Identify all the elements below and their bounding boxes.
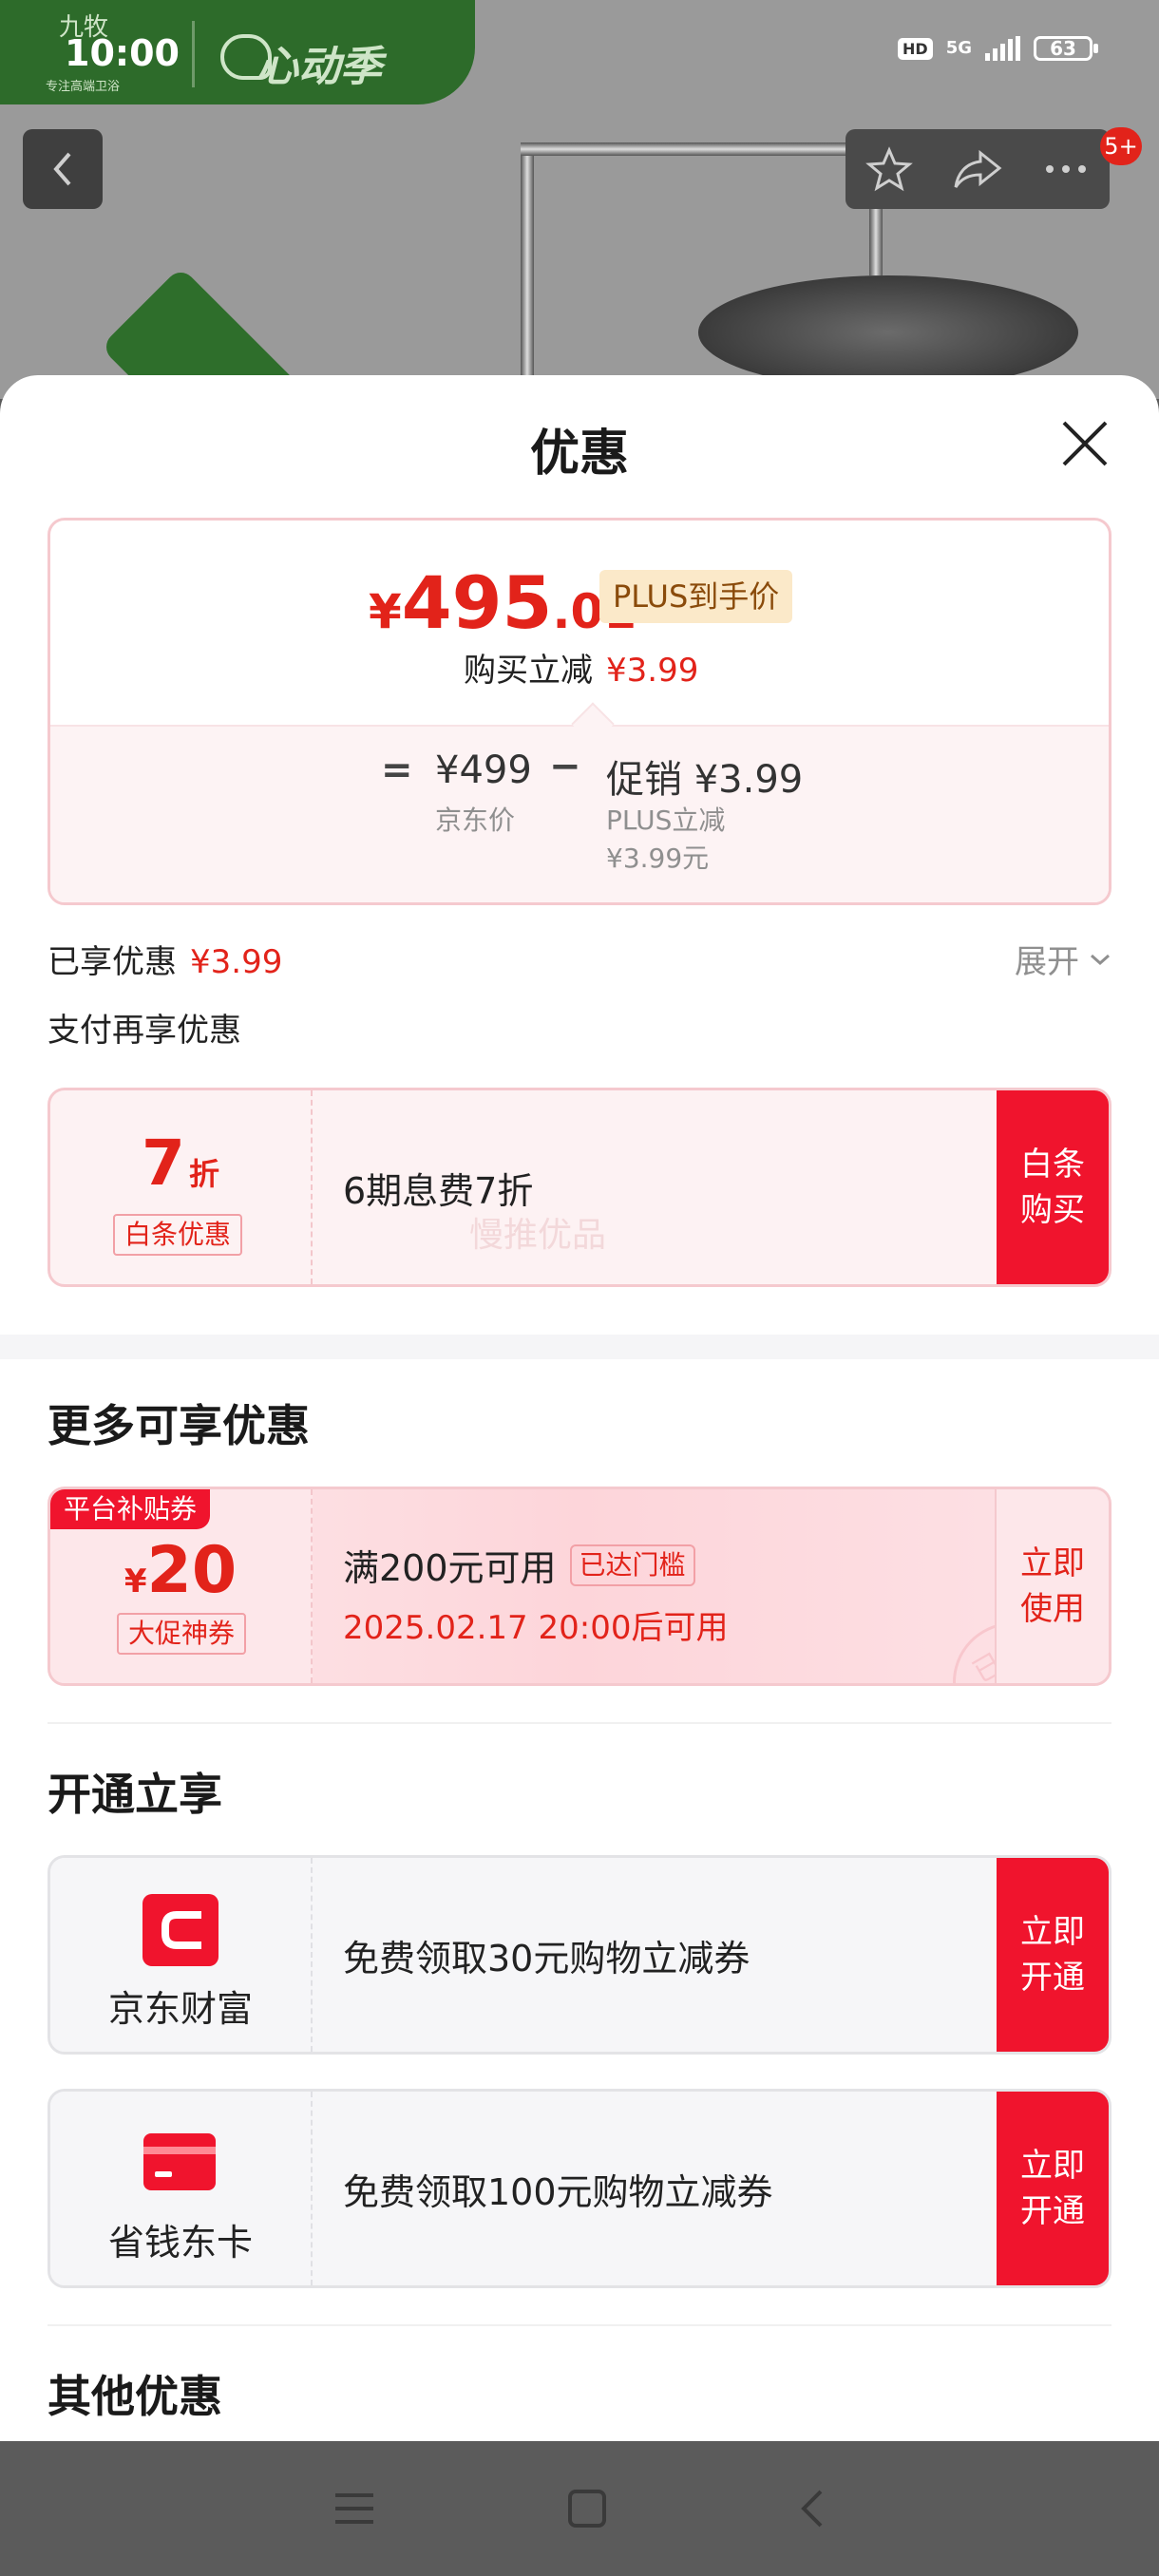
share-icon[interactable] <box>952 145 1003 193</box>
open-jd-finance-button[interactable]: 立即开通 <box>997 1858 1109 2052</box>
saving-card-left: 省钱东卡 <box>50 2092 313 2285</box>
notification-badge: 5+ <box>1100 127 1142 165</box>
baitiao-left: 7折 白条优惠 <box>50 1090 313 1284</box>
baitiao-buy-label: 白条购买 <box>1020 1146 1085 1229</box>
saving-card-desc: 免费领取100元购物立减券 <box>343 2170 773 2213</box>
coupon-currency: ¥ <box>124 1563 147 1601</box>
saving-card-label: 省钱东卡 <box>107 2222 253 2263</box>
shower-pipe <box>521 142 534 389</box>
back-button[interactable] <box>23 129 103 209</box>
baitiao-rate: 7折 <box>50 1127 311 1200</box>
pay-more-label: 支付再享优惠 <box>48 1012 241 1050</box>
coupon-valid-time: 2025.02.17 20:00后可用 <box>343 1609 729 1647</box>
open-jd-finance-label: 立即开通 <box>1020 1913 1085 1997</box>
chevron-left-icon <box>53 152 71 186</box>
top-action-bar <box>846 129 1110 209</box>
use-coupon-button[interactable]: 立即使用 <box>995 1489 1109 1683</box>
close-icon[interactable] <box>1058 417 1112 470</box>
baitiao-tag: 白条优惠 <box>113 1214 243 1256</box>
event-name: 心动季 <box>256 43 382 91</box>
open-enjoy-title: 开通立享 <box>48 1769 222 1820</box>
coupon-corner-tag: 平台补贴券 <box>50 1489 211 1529</box>
other-offers-title: 其他优惠 <box>48 2371 222 2422</box>
brand-tagline: 专注高端卫浴 <box>46 80 121 94</box>
price-breakdown-card: ¥ 495 .01 PLUS到手价 购买立减 ¥3.99 = ¥499 京东价 −… <box>48 518 1112 905</box>
enjoyed-discount: 已享优惠 ¥3.99 <box>48 936 282 982</box>
baitiao-offer-card: 7折 白条优惠 6期息费7折 白条购买 <box>48 1088 1112 1287</box>
offers-sheet: 优惠 ¥ 495 .01 PLUS到手价 购买立减 ¥3.99 = ¥499 京东… <box>0 375 1159 2441</box>
promo-discount: 促销 ¥3.99 <box>606 758 804 802</box>
jd-finance-label: 京东财富 <box>107 1988 253 2030</box>
status-time: 10:00 <box>65 32 180 74</box>
status-icons: HD 5G 63 <box>898 36 1098 61</box>
hd-icon: HD <box>898 37 933 60</box>
watermark: 慢推优品 <box>469 1216 607 1255</box>
section-separator <box>0 1335 1159 1359</box>
expand-label: 展开 <box>1015 943 1079 981</box>
promo-sub-label: PLUS立减 <box>606 805 726 836</box>
final-price-currency: ¥ <box>369 584 402 639</box>
more-offers-title: 更多可享优惠 <box>48 1400 310 1451</box>
network-label: 5G <box>945 38 972 58</box>
coupon-amount: ¥20 <box>50 1533 311 1608</box>
back-nav-icon[interactable] <box>798 2488 826 2529</box>
baitiao-rate-unit: 折 <box>188 1156 219 1192</box>
open-saving-card-button[interactable]: 立即开通 <box>997 2092 1109 2285</box>
saving-card-offer-card: 省钱东卡 免费领取100元购物立减券 立即开通 <box>48 2089 1112 2288</box>
coupon-tag: 大促神券 <box>117 1613 247 1655</box>
platform-coupon-card: 平台补贴券 ¥20 大促神券 满200元可用 已达门槛 2025.02.17 2… <box>48 1487 1112 1686</box>
coupon-condition: 满200元可用 <box>343 1547 557 1589</box>
jd-price: ¥499 <box>435 748 532 792</box>
coupon-amount-value: 20 <box>146 1533 238 1608</box>
expand-button[interactable]: 展开 <box>1015 936 1112 982</box>
enjoyed-label: 已享优惠 <box>48 943 177 981</box>
shower-pipe <box>521 142 882 156</box>
baitiao-rate-number: 7 <box>142 1127 185 1200</box>
home-icon[interactable] <box>566 2488 608 2529</box>
final-price-integer: 495 <box>401 560 553 645</box>
buy-save: 购买立减 ¥3.99 <box>464 644 698 691</box>
jd-finance-offer-card: 京东财富 免费领取30元购物立减券 立即开通 <box>48 1855 1112 2055</box>
jd-finance-icon <box>142 1894 218 1966</box>
brand-divider <box>192 21 195 87</box>
jd-finance-left: 京东财富 <box>50 1858 313 2052</box>
promo-sub-value: ¥3.99元 <box>606 843 710 874</box>
plus-price-tag: PLUS到手价 <box>599 570 793 623</box>
open-saving-card-label: 立即开通 <box>1020 2147 1085 2230</box>
enjoyed-value: ¥3.99 <box>190 943 283 981</box>
shower-head-image <box>698 275 1078 389</box>
menu-icon[interactable] <box>332 2490 376 2528</box>
coupon-left: 平台补贴券 ¥20 大促神券 <box>50 1489 313 1683</box>
signal-icon <box>985 36 1020 61</box>
system-navigation-bar <box>0 2441 1159 2576</box>
divider <box>48 2324 1112 2326</box>
equals-sign: = <box>381 748 413 792</box>
coupon-condition-row: 满200元可用 已达门槛 <box>343 1539 695 1591</box>
more-icon[interactable] <box>1042 160 1090 179</box>
final-price: ¥ 495 .01 <box>369 560 636 645</box>
product-page-background: 九牧 专注高端卫浴 心动季 10:00 HD 5G 63 5+ <box>0 0 1159 399</box>
buy-save-label: 购买立减 <box>464 652 593 690</box>
divider <box>48 1722 1112 1724</box>
buy-save-value: ¥3.99 <box>606 652 699 690</box>
jd-finance-desc: 免费领取30元购物立减券 <box>343 1937 750 1979</box>
saving-card-icon <box>143 2133 216 2190</box>
minus-sign: − <box>549 745 581 788</box>
jd-price-label: 京东价 <box>435 805 516 836</box>
chevron-down-icon <box>1091 954 1110 965</box>
star-icon[interactable] <box>864 145 913 193</box>
baitiao-buy-button[interactable]: 白条购买 <box>997 1090 1109 1284</box>
battery-icon: 63 <box>1034 36 1098 61</box>
sheet-title: 优惠 <box>529 426 629 483</box>
threshold-badge: 已达门槛 <box>569 1544 695 1586</box>
use-coupon-label: 立即使用 <box>1020 1544 1085 1628</box>
